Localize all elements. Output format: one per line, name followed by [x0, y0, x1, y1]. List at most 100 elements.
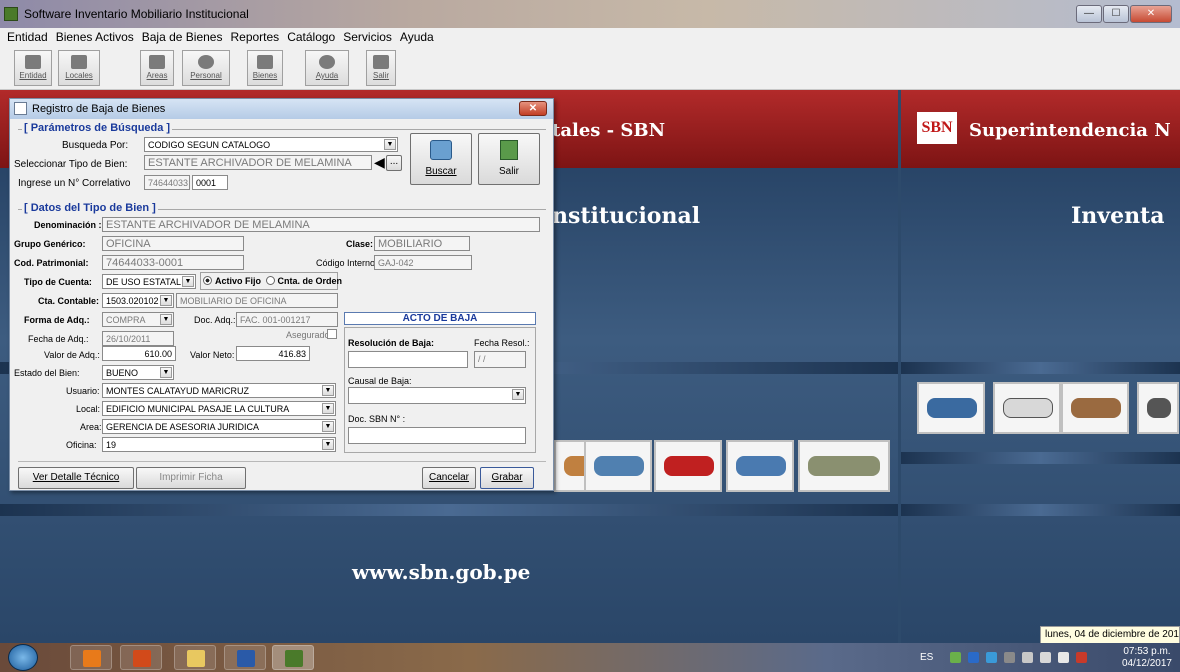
- menu-ayuda[interactable]: Ayuda: [396, 28, 438, 46]
- tipo-bien-field: ESTANTE ARCHIVADOR DE MELAMINA: [144, 155, 372, 170]
- taskbar-powerpoint[interactable]: [120, 645, 162, 670]
- usuario-select[interactable]: MONTES CALATAYUD MARICRUZ ▼: [102, 383, 336, 398]
- ver-detalle-button[interactable]: Ver Detalle Técnico: [18, 467, 134, 489]
- start-button[interactable]: [8, 644, 38, 671]
- chevron-down-icon: ▼: [384, 139, 396, 150]
- volume-icon[interactable]: [1040, 652, 1051, 663]
- busqueda-por-label: Busqueda Por:: [62, 140, 129, 151]
- menu-baja-de-bienes[interactable]: Baja de Bienes: [138, 28, 227, 46]
- app-icon: [4, 7, 18, 21]
- forma-adq-label: Forma de Adq.:: [24, 315, 90, 325]
- taskbar-explorer[interactable]: [174, 645, 216, 670]
- app-icon: [285, 650, 303, 667]
- grabar-button[interactable]: Grabar: [480, 467, 534, 489]
- tipo-cuenta-select[interactable]: DE USO ESTATAL ▼: [102, 274, 196, 289]
- asegurado-checkbox[interactable]: [327, 329, 337, 339]
- doc-sbn-input[interactable]: [348, 427, 526, 444]
- tray-icon[interactable]: [950, 652, 961, 663]
- car-image: [993, 382, 1061, 434]
- correlativo-prefix: 74644033: [144, 175, 190, 190]
- toolbar-areas-button[interactable]: Areas: [140, 50, 174, 86]
- resolucion-label: Resolución de Baja:: [348, 338, 435, 348]
- buscar-button[interactable]: Buscar: [410, 133, 472, 185]
- minimize-button[interactable]: —: [1076, 5, 1102, 23]
- cuenta-radio-group: Activo Fijo Cnta. de Orden: [200, 272, 342, 290]
- chevron-down-icon: ▼: [160, 314, 172, 325]
- menu-servicios[interactable]: Servicios: [339, 28, 396, 46]
- toolbar: Entidad Locales Areas Personal Bienes Ay…: [0, 46, 1180, 90]
- tipo-cuenta-label: Tipo de Cuenta:: [24, 277, 92, 287]
- estado-select[interactable]: BUENO ▼: [102, 365, 174, 380]
- desk-image: [1061, 382, 1129, 434]
- truck-image: [726, 440, 794, 492]
- network-icon[interactable]: [1058, 652, 1069, 663]
- doc-adq-field: FAC. 001-001217: [236, 312, 338, 327]
- cancelar-button[interactable]: Cancelar: [422, 467, 476, 489]
- toolbar-entidad-button[interactable]: Entidad: [14, 50, 52, 86]
- chevron-down-icon: ▼: [160, 295, 172, 306]
- imprimir-button[interactable]: Imprimir Ficha: [136, 467, 246, 489]
- toolbar-bienes-button[interactable]: Bienes: [247, 50, 283, 86]
- taskbar-media-player[interactable]: [70, 645, 112, 670]
- chevron-down-icon: ▼: [322, 421, 334, 432]
- search-group: [ Parámetros de Búsqueda ]: [18, 122, 546, 134]
- tray-icon[interactable]: [986, 652, 997, 663]
- cta-contable-desc: MOBILIARIO DE OFICINA: [176, 293, 338, 308]
- language-indicator[interactable]: ES: [920, 652, 933, 663]
- correlativo-input[interactable]: 0001: [192, 175, 228, 190]
- cnta-orden-radio[interactable]: Cnta. de Orden: [265, 276, 342, 286]
- flag-icon[interactable]: [1022, 652, 1033, 663]
- valor-adq-field[interactable]: 610.00: [102, 346, 176, 361]
- date-tooltip: lunes, 04 de diciembre de 2017: [1040, 626, 1180, 644]
- menu-reportes[interactable]: Reportes: [226, 28, 283, 46]
- codigo-interno-field: GAJ-042: [374, 255, 472, 270]
- close-button[interactable]: ✕: [1130, 5, 1172, 23]
- fecha-resol-input[interactable]: / /: [474, 351, 526, 368]
- arrow-left-icon: ◀: [374, 154, 385, 170]
- fecha-adq-field: 26/10/2011: [102, 331, 174, 346]
- tray-icon[interactable]: [968, 652, 979, 663]
- chevron-down-icon: ▼: [322, 403, 334, 414]
- toolbar-ayuda-button[interactable]: Ayuda: [305, 50, 349, 86]
- data-group: [ Datos del Tipo de Bien ]: [18, 202, 546, 214]
- cta-contable-select[interactable]: 1503.020102 ▼: [102, 293, 174, 308]
- menu-entidad[interactable]: Entidad: [3, 28, 52, 46]
- toolbar-personal-button[interactable]: Personal: [182, 50, 230, 86]
- toolbar-salir-button[interactable]: Salir: [366, 50, 396, 86]
- salir-button[interactable]: Salir: [478, 133, 540, 185]
- registro-baja-dialog: Registro de Baja de Bienes ✕ [ Parámetro…: [9, 98, 554, 491]
- activo-fijo-radio[interactable]: Activo Fijo: [203, 276, 261, 286]
- banner-left-title: tales - SBN: [552, 120, 666, 141]
- banner-right-title: Superintendencia N: [969, 120, 1171, 141]
- alert-icon[interactable]: [1076, 652, 1087, 663]
- valor-neto-field[interactable]: 416.83: [236, 346, 310, 361]
- toolbar-locales-button[interactable]: Locales: [58, 50, 100, 86]
- house-icon: [71, 55, 87, 69]
- menu-bar: Entidad Bienes Activos Baja de Bienes Re…: [0, 28, 1180, 46]
- dialog-close-button[interactable]: ✕: [519, 101, 547, 116]
- asegurado-label: Asegurado: [286, 330, 330, 340]
- oficina-select[interactable]: 19 ▼: [102, 437, 336, 452]
- busqueda-por-select[interactable]: CODIGO SEGUN CATALOGO ▼: [144, 137, 398, 152]
- cod-patrimonial-label: Cod. Patrimonial:: [14, 258, 89, 268]
- causal-select[interactable]: ▼: [348, 387, 526, 404]
- menu-catalogo[interactable]: Catálogo: [283, 28, 339, 46]
- taskbar-word[interactable]: [224, 645, 266, 670]
- dialog-titlebar: Registro de Baja de Bienes ✕: [10, 99, 553, 119]
- maximize-button[interactable]: ☐: [1103, 5, 1129, 23]
- resolucion-input[interactable]: [348, 351, 468, 368]
- building-icon: [25, 55, 41, 69]
- person-icon: [198, 55, 214, 69]
- help-icon: [319, 55, 335, 69]
- area-select[interactable]: GERENCIA DE ASESORIA JURIDICA ▼: [102, 419, 336, 434]
- sbn-logo: SBN: [917, 112, 957, 144]
- word-icon: [237, 650, 255, 667]
- clase-label: Clase:: [346, 239, 374, 249]
- tray-icon[interactable]: [1004, 652, 1015, 663]
- helicopter-image: [798, 440, 890, 492]
- taskbar-inventario[interactable]: [272, 645, 314, 670]
- local-select[interactable]: EDIFICIO MUNICIPAL PASAJE LA CULTURA ▼: [102, 401, 336, 416]
- menu-bienes-activos[interactable]: Bienes Activos: [52, 28, 138, 46]
- clock[interactable]: 07:53 p.m. 04/12/2017: [1122, 646, 1172, 670]
- browse-button[interactable]: ...: [386, 155, 402, 171]
